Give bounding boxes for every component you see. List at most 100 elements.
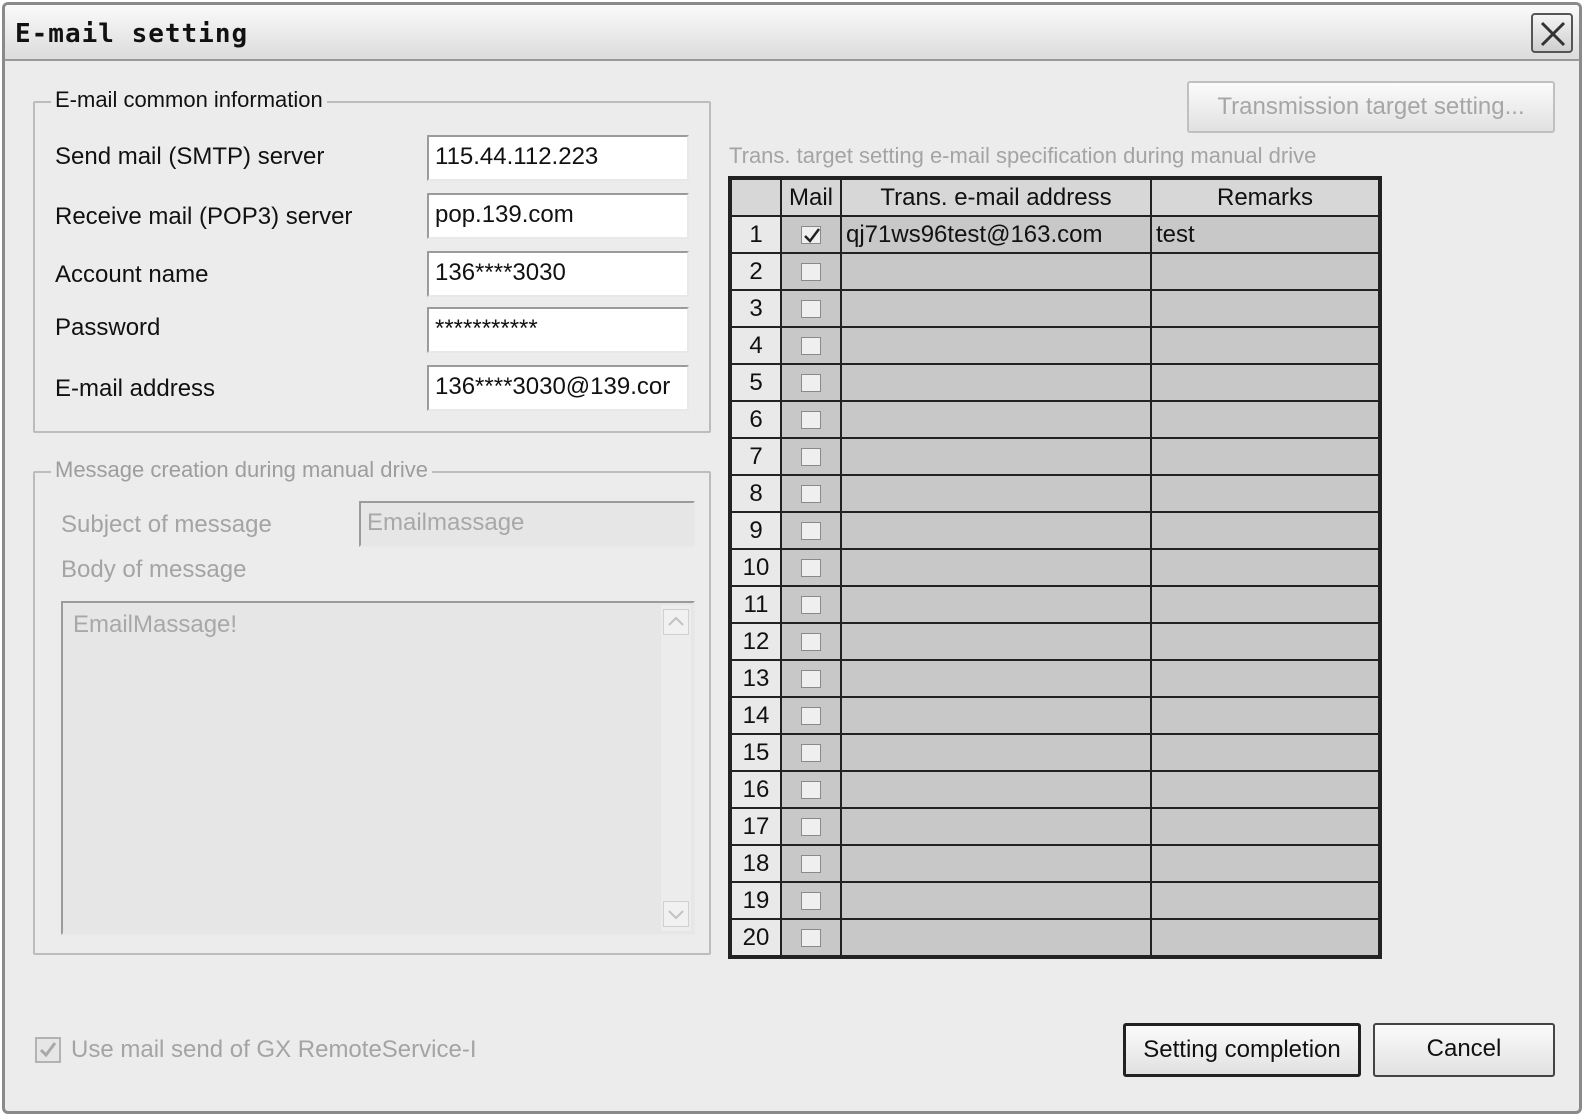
mail-cell[interactable] (780, 659, 842, 698)
mail-cell[interactable] (780, 326, 842, 365)
address-cell[interactable] (840, 807, 1152, 846)
mail-checkbox[interactable] (801, 263, 821, 282)
table-row[interactable]: 17 (730, 807, 1380, 846)
title-bar[interactable]: E-mail setting (5, 5, 1579, 61)
mail-cell[interactable] (780, 363, 842, 402)
mail-checkbox[interactable] (801, 781, 821, 800)
mail-checkbox[interactable] (801, 559, 821, 578)
mail-checkbox[interactable] (801, 337, 821, 356)
table-row[interactable]: 14 (730, 696, 1380, 735)
address-cell[interactable] (840, 659, 1152, 698)
table-row[interactable]: 13 (730, 659, 1380, 698)
mail-checkbox[interactable] (801, 929, 821, 948)
table-row[interactable]: 9 (730, 511, 1380, 550)
remarks-cell[interactable] (1150, 474, 1380, 513)
mail-cell[interactable] (780, 844, 842, 883)
password-input[interactable]: *********** (427, 307, 689, 353)
email-address-input[interactable]: 136****3030@139.cor (427, 365, 689, 411)
mail-cell[interactable] (780, 400, 842, 439)
close-button[interactable] (1531, 13, 1573, 53)
remarks-cell[interactable] (1150, 585, 1380, 624)
mail-checkbox[interactable] (801, 818, 821, 837)
mail-checkbox[interactable] (801, 226, 821, 245)
address-cell[interactable] (840, 881, 1152, 920)
remarks-cell[interactable] (1150, 511, 1380, 550)
address-cell[interactable]: qj71ws96test@163.com (840, 215, 1152, 254)
remarks-cell[interactable] (1150, 807, 1380, 846)
mail-cell[interactable] (780, 807, 842, 846)
table-row[interactable]: 11 (730, 585, 1380, 624)
table-row[interactable]: 7 (730, 437, 1380, 476)
table-row[interactable]: 10 (730, 548, 1380, 587)
remarks-cell[interactable] (1150, 400, 1380, 439)
address-cell[interactable] (840, 733, 1152, 772)
mail-cell[interactable] (780, 548, 842, 587)
table-row[interactable]: 3 (730, 289, 1380, 328)
mail-cell[interactable] (780, 770, 842, 809)
mail-checkbox[interactable] (801, 892, 821, 911)
smtp-input[interactable]: 115.44.112.223 (427, 135, 689, 181)
remarks-cell[interactable] (1150, 326, 1380, 365)
remarks-cell[interactable] (1150, 770, 1380, 809)
mail-checkbox[interactable] (801, 744, 821, 763)
remarks-cell[interactable]: test (1150, 215, 1380, 254)
body-textarea[interactable]: EmailMassage! (61, 601, 695, 935)
mail-cell[interactable] (780, 474, 842, 513)
cancel-button[interactable]: Cancel (1373, 1023, 1555, 1077)
table-row[interactable]: 12 (730, 622, 1380, 661)
mail-checkbox[interactable] (801, 411, 821, 430)
body-scrollbar[interactable] (661, 605, 691, 931)
table-row[interactable]: 19 (730, 881, 1380, 920)
mail-cell[interactable] (780, 511, 842, 550)
remarks-cell[interactable] (1150, 696, 1380, 735)
address-cell[interactable] (840, 844, 1152, 883)
address-cell[interactable] (840, 770, 1152, 809)
remarks-cell[interactable] (1150, 844, 1380, 883)
address-cell[interactable] (840, 252, 1152, 291)
mail-cell[interactable] (780, 252, 842, 291)
table-row[interactable]: 1 qj71ws96test@163.com test (730, 215, 1380, 254)
address-cell[interactable] (840, 585, 1152, 624)
mail-checkbox[interactable] (801, 596, 821, 615)
remarks-cell[interactable] (1150, 548, 1380, 587)
mail-cell[interactable] (780, 881, 842, 920)
transmission-target-button[interactable]: Transmission target setting... (1187, 81, 1555, 133)
address-cell[interactable] (840, 548, 1152, 587)
pop3-input[interactable]: pop.139.com (427, 193, 689, 239)
mail-checkbox[interactable] (801, 300, 821, 319)
table-row[interactable]: 18 (730, 844, 1380, 883)
table-row[interactable]: 16 (730, 770, 1380, 809)
address-cell[interactable] (840, 918, 1152, 957)
mail-checkbox[interactable] (801, 485, 821, 504)
mail-cell[interactable] (780, 289, 842, 328)
table-row[interactable]: 20 (730, 918, 1380, 957)
remarks-cell[interactable] (1150, 622, 1380, 661)
address-cell[interactable] (840, 511, 1152, 550)
remarks-cell[interactable] (1150, 733, 1380, 772)
mail-cell[interactable] (780, 696, 842, 735)
remarks-cell[interactable] (1150, 252, 1380, 291)
address-cell[interactable] (840, 400, 1152, 439)
remarks-cell[interactable] (1150, 881, 1380, 920)
mail-checkbox[interactable] (801, 522, 821, 541)
remarks-cell[interactable] (1150, 918, 1380, 957)
address-cell[interactable] (840, 474, 1152, 513)
address-cell[interactable] (840, 437, 1152, 476)
use-gx-checkbox[interactable] (35, 1037, 61, 1063)
remarks-cell[interactable] (1150, 437, 1380, 476)
table-row[interactable]: 8 (730, 474, 1380, 513)
mail-checkbox[interactable] (801, 707, 821, 726)
mail-cell[interactable] (780, 585, 842, 624)
mail-cell[interactable] (780, 622, 842, 661)
table-row[interactable]: 5 (730, 363, 1380, 402)
setting-completion-button[interactable]: Setting completion (1123, 1023, 1361, 1077)
mail-cell[interactable] (780, 733, 842, 772)
remarks-cell[interactable] (1150, 289, 1380, 328)
mail-cell[interactable] (780, 437, 842, 476)
scroll-down-button[interactable] (663, 901, 689, 927)
table-row[interactable]: 4 (730, 326, 1380, 365)
address-cell[interactable] (840, 363, 1152, 402)
subject-input[interactable]: Emailmassage (359, 501, 695, 547)
table-row[interactable]: 2 (730, 252, 1380, 291)
mail-cell[interactable] (780, 215, 842, 254)
